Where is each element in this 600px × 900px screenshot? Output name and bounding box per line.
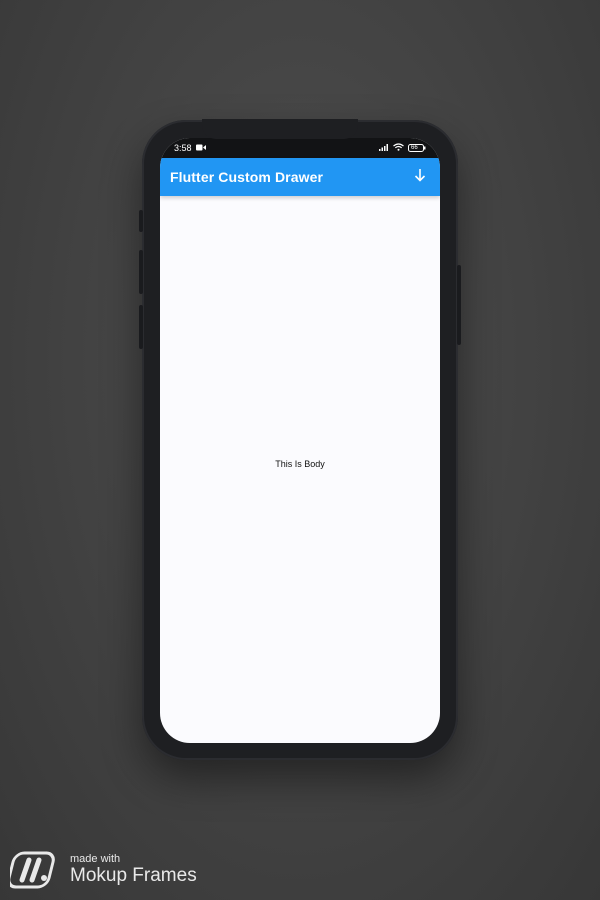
battery-level: 66	[411, 145, 418, 151]
side-button-right	[457, 265, 461, 345]
watermark-text: made with Mokup Frames	[70, 854, 197, 886]
side-button-left-3	[139, 305, 143, 349]
status-left: 3:58	[174, 143, 206, 153]
watermark-line2: Mokup Frames	[70, 864, 197, 886]
status-bar: 3:58 66	[160, 138, 440, 158]
status-time: 3:58	[174, 143, 192, 153]
video-camera-icon	[195, 143, 206, 153]
wifi-icon	[393, 143, 404, 153]
phone-screen: 3:58 66 Flutter Custom Drawer This Is Bo…	[160, 138, 440, 743]
battery-icon: 66	[408, 144, 426, 152]
signal-icon	[379, 143, 389, 153]
app-bar-title: Flutter Custom Drawer	[170, 169, 324, 185]
app-bar: Flutter Custom Drawer	[160, 158, 440, 196]
phone-frame: 3:58 66 Flutter Custom Drawer This Is Bo…	[139, 119, 461, 760]
side-button-left-2	[139, 250, 143, 294]
status-right: 66	[379, 143, 426, 153]
body-area: This Is Body	[160, 196, 440, 743]
watermark: made with Mokup Frames	[10, 850, 197, 890]
mockup-background: 3:58 66 Flutter Custom Drawer This Is Bo…	[0, 0, 600, 900]
body-text: This Is Body	[275, 458, 325, 469]
arrow-down-icon	[413, 168, 427, 187]
drawer-toggle-button[interactable]	[410, 167, 430, 187]
side-button-left-1	[139, 210, 143, 232]
mokup-frames-logo	[10, 851, 55, 889]
phone-notch	[202, 119, 358, 139]
